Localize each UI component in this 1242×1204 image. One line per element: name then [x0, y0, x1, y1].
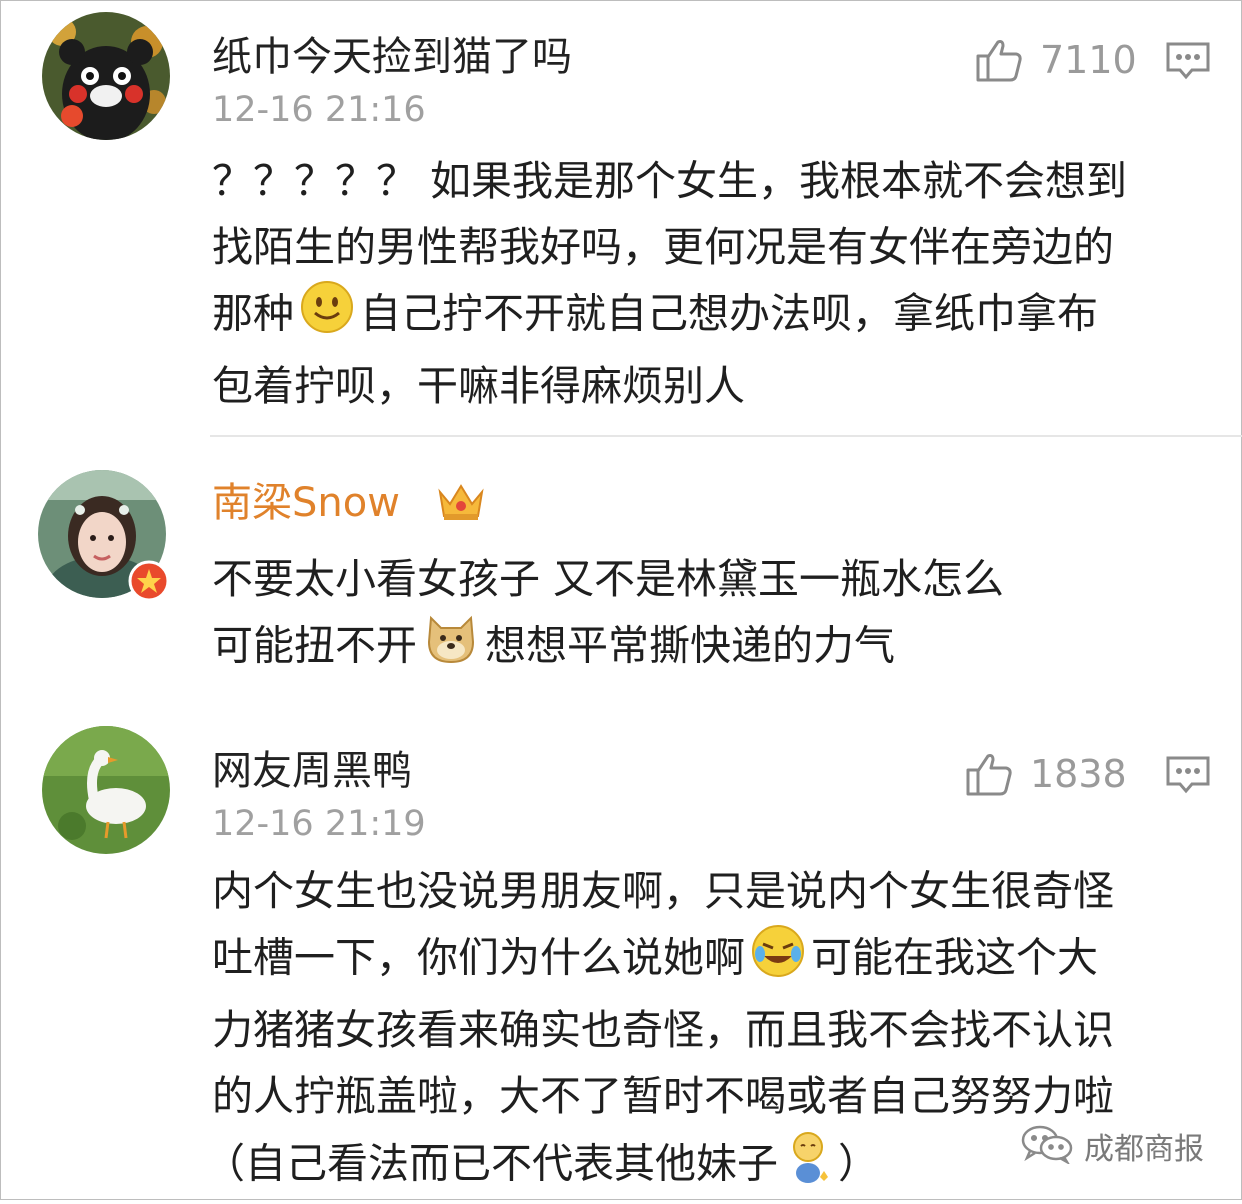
like-count: 1838 — [1030, 752, 1127, 796]
comment-username[interactable]: 纸巾今天捡到猫了吗 — [212, 32, 572, 82]
like-button[interactable]: 7110 — [976, 38, 1137, 82]
comment-line: 吐槽一下，你们为什么说她啊 可能在我这个大 — [212, 924, 1212, 997]
comment-line: ？？？？？ 如果我是那个女生，我根本就不会想到 — [212, 157, 1128, 205]
comment-timestamp: 12-16 21:19 — [212, 804, 426, 844]
text-segment: 那种 — [212, 289, 294, 338]
comment-body: ？？？？？ 如果我是那个女生，我根本就不会想到 找陌生的男性帮我好吗，更何况是有… — [212, 148, 1212, 419]
reply-button[interactable] — [1166, 42, 1210, 84]
reply-button[interactable] — [1166, 756, 1210, 798]
comment-username[interactable]: 南梁Snow — [212, 478, 400, 528]
like-count: 7110 — [1040, 38, 1137, 82]
comment-line: 不要太小看女孩子 又不是林黛玉一瓶水怎么 — [212, 555, 1005, 603]
text-segment: 可能扭不开 — [212, 621, 417, 670]
text-segment: 自己拧不开就自己想办法呗，拿纸巾拿布 — [360, 289, 1098, 338]
text-segment: 吐槽一下，你们为什么说她啊 — [212, 933, 745, 982]
comment-username[interactable]: 网友周黑鸭 — [212, 746, 412, 796]
thumbs-up-icon — [976, 38, 1022, 82]
comment-line: 内个女生也没说男朋友啊，只是说内个女生很奇怪 — [212, 867, 1114, 915]
comment-line: 可能扭不开 想想平常撕快递的力气 — [212, 612, 1212, 685]
shy-emoji-icon — [784, 1129, 832, 1204]
comment-icon — [1166, 756, 1210, 798]
laugh-cry-emoji-icon — [751, 924, 805, 997]
wechat-logo-icon — [1020, 1124, 1074, 1168]
comment-timestamp: 12-16 21:16 — [212, 90, 426, 130]
doge-emoji-icon — [423, 612, 479, 685]
watermark-text: 成都商报 — [1084, 1132, 1204, 1167]
crown-icon — [436, 478, 486, 528]
comment-line: 那种 自己拧不开就自己想办法呗，拿纸巾拿布 — [212, 280, 1212, 353]
like-button[interactable]: 1838 — [966, 752, 1127, 796]
avatar[interactable] — [42, 726, 170, 854]
comment-line: 包着拧呗，干嘛非得麻烦别人 — [212, 362, 745, 410]
smile-emoji-icon — [300, 280, 354, 353]
verified-badge-icon — [128, 560, 170, 606]
comment-line: 的人拧瓶盖啦，大不了暂时不喝或者自己努努力啦 — [212, 1072, 1114, 1120]
comment-body: 不要太小看女孩子 又不是林黛玉一瓶水怎么 可能扭不开 想想平常撕快递的力气 — [212, 546, 1212, 685]
divider — [210, 435, 1242, 437]
text-segment: 想想平常撕快递的力气 — [485, 621, 895, 670]
comment-line: 找陌生的男性帮我好吗，更何况是有女伴在旁边的 — [212, 223, 1114, 271]
comment-icon — [1166, 42, 1210, 84]
watermark: 成都商报 — [1020, 1124, 1204, 1168]
text-segment: 可能在我这个大 — [811, 933, 1098, 982]
text-segment: （自己看法而已不代表其他妹子 — [204, 1139, 778, 1188]
comment-line: 力猪猪女孩看来确实也奇怪，而且我不会找不认识 — [212, 1006, 1114, 1054]
thumbs-up-icon — [966, 752, 1012, 796]
text-segment: ） — [838, 1139, 879, 1188]
avatar[interactable] — [42, 12, 170, 140]
